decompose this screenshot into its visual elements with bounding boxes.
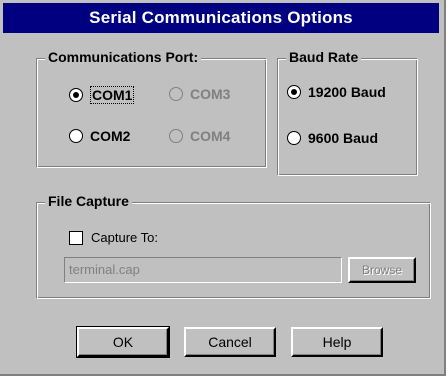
radio-button-selected-icon: [287, 85, 301, 99]
file-capture-group: File Capture: [36, 193, 431, 299]
communications-port-group: Communications Port:: [36, 49, 267, 168]
capture-file-field[interactable]: terminal.cap: [64, 257, 342, 283]
capture-to-checkbox[interactable]: Capture To:: [69, 230, 158, 245]
radio-com4-label: COM4: [190, 128, 231, 144]
dialog-title-bar[interactable]: Serial Communications Options: [3, 3, 439, 33]
capture-to-label: Capture To:: [91, 230, 158, 245]
help-button[interactable]: Help: [291, 327, 383, 357]
radio-com3-label: COM3: [190, 86, 231, 102]
cancel-button-label: Cancel: [208, 334, 252, 350]
communications-port-label: Communications Port:: [45, 49, 202, 65]
radio-button-selected-icon: [69, 88, 83, 102]
radio-com1-label: COM1: [90, 86, 135, 104]
checkbox-icon: [69, 230, 83, 245]
radio-9600-label: 9600 Baud: [308, 130, 379, 146]
browse-button-label: Browse: [361, 263, 402, 277]
radio-button-icon: [69, 129, 83, 143]
cancel-button[interactable]: Cancel: [184, 327, 276, 357]
file-capture-label: File Capture: [45, 193, 132, 209]
radio-19200-label: 19200 Baud: [308, 84, 386, 100]
radio-com2[interactable]: COM2: [69, 128, 130, 144]
baud-rate-label: Baud Rate: [286, 49, 362, 65]
baud-rate-group: Baud Rate: [277, 49, 418, 176]
radio-9600-baud[interactable]: 9600 Baud: [287, 130, 378, 146]
radio-button-icon: [169, 129, 183, 143]
radio-com1[interactable]: COM1: [69, 86, 135, 104]
radio-19200-baud[interactable]: 19200 Baud: [287, 84, 386, 100]
ok-button-label: OK: [112, 334, 134, 350]
radio-com4[interactable]: COM4: [169, 128, 230, 144]
serial-options-dialog: Serial Communications Options Communicat…: [0, 0, 446, 376]
radio-button-icon: [287, 131, 301, 145]
radio-com3[interactable]: COM3: [169, 86, 230, 102]
dialog-title: Serial Communications Options: [89, 8, 353, 27]
ok-button[interactable]: OK: [76, 326, 170, 358]
radio-com2-label: COM2: [90, 128, 131, 144]
help-button-label: Help: [322, 334, 352, 350]
browse-button[interactable]: Browse: [348, 257, 416, 283]
radio-button-icon: [169, 87, 183, 101]
